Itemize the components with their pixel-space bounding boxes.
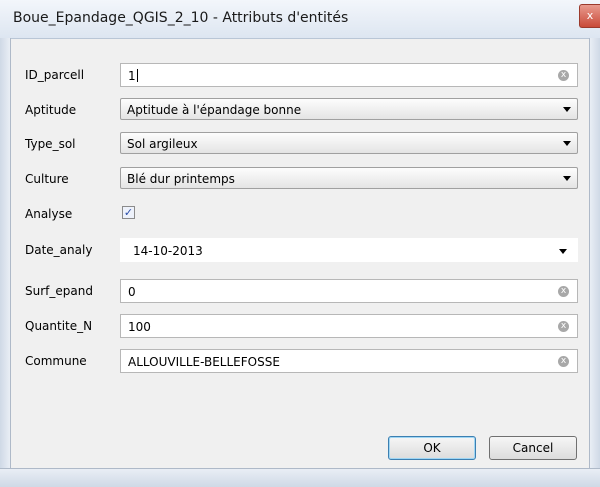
quantite-n-label: Quantite_N bbox=[25, 319, 93, 333]
clear-icon[interactable]: x bbox=[558, 321, 569, 332]
clear-icon[interactable]: x bbox=[558, 286, 569, 297]
analyse-label: Analyse bbox=[25, 207, 73, 221]
aptitude-dropdown[interactable]: Aptitude à l'épandage bonne bbox=[120, 98, 578, 120]
row-quantite-n: Quantite_N 100 x bbox=[11, 312, 589, 340]
culture-label: Culture bbox=[25, 172, 69, 186]
commune-value: ALLOUVILLE-BELLEFOSSE bbox=[128, 355, 280, 369]
culture-dropdown[interactable]: Blé dur printemps bbox=[120, 167, 578, 189]
analyse-checkbox[interactable]: ✓ bbox=[122, 206, 135, 219]
ok-button[interactable]: OK bbox=[388, 436, 476, 460]
date-analy-value: 14-10-2013 bbox=[133, 244, 203, 258]
type-sol-value: Sol argileux bbox=[127, 137, 198, 151]
aptitude-value: Aptitude à l'épandage bonne bbox=[127, 103, 302, 117]
cancel-button[interactable]: Cancel bbox=[489, 436, 577, 460]
date-analy-label: Date_analy bbox=[25, 243, 93, 257]
window-frame-left bbox=[0, 38, 11, 468]
title-bar: Boue_Epandage_QGIS_2_10 - Attributs d'en… bbox=[0, 0, 600, 39]
chevron-down-icon bbox=[563, 176, 571, 181]
id-parcell-label: ID_parcell bbox=[25, 68, 85, 82]
row-date-analy: Date_analy 14-10-2013 bbox=[11, 236, 589, 264]
window-title: Boue_Epandage_QGIS_2_10 - Attributs d'en… bbox=[13, 10, 349, 26]
commune-label: Commune bbox=[25, 354, 87, 368]
quantite-n-value: 100 bbox=[128, 320, 151, 334]
date-analy-picker[interactable]: 14-10-2013 bbox=[120, 238, 578, 262]
chevron-down-icon bbox=[563, 141, 571, 146]
id-parcell-value: 1 bbox=[128, 69, 136, 83]
row-id-parcell: ID_parcell 1 x bbox=[11, 61, 589, 89]
clear-icon[interactable]: x bbox=[558, 70, 569, 81]
attribute-form: ID_parcell 1 x Aptitude Aptitude à l'épa… bbox=[11, 39, 589, 468]
row-commune: Commune ALLOUVILLE-BELLEFOSSE x bbox=[11, 347, 589, 375]
text-cursor bbox=[136, 69, 138, 82]
id-parcell-input[interactable]: 1 x bbox=[120, 63, 578, 87]
chevron-down-icon bbox=[563, 107, 571, 112]
window-frame-right bbox=[589, 38, 600, 468]
row-culture: Culture Blé dur printemps bbox=[11, 165, 589, 193]
type-sol-dropdown[interactable]: Sol argileux bbox=[120, 132, 578, 154]
window-frame-bottom bbox=[0, 468, 600, 487]
close-icon: x bbox=[586, 9, 594, 22]
type-sol-label: Type_sol bbox=[25, 137, 76, 151]
aptitude-label: Aptitude bbox=[25, 103, 77, 117]
row-type-sol: Type_sol Sol argileux bbox=[11, 130, 589, 158]
surf-epand-label: Surf_epand bbox=[25, 284, 93, 298]
surf-epand-value: 0 bbox=[128, 285, 136, 299]
row-aptitude: Aptitude Aptitude à l'épandage bonne bbox=[11, 96, 589, 124]
row-surf-epand: Surf_epand 0 x bbox=[11, 277, 589, 305]
chevron-down-icon[interactable] bbox=[559, 249, 567, 254]
clear-icon[interactable]: x bbox=[558, 356, 569, 367]
surf-epand-input[interactable]: 0 x bbox=[120, 279, 578, 303]
row-analyse: Analyse ✓ bbox=[11, 200, 589, 228]
commune-input[interactable]: ALLOUVILLE-BELLEFOSSE x bbox=[120, 349, 578, 373]
quantite-n-input[interactable]: 100 x bbox=[120, 314, 578, 338]
close-button[interactable]: x bbox=[579, 4, 600, 28]
culture-value: Blé dur printemps bbox=[127, 172, 235, 186]
